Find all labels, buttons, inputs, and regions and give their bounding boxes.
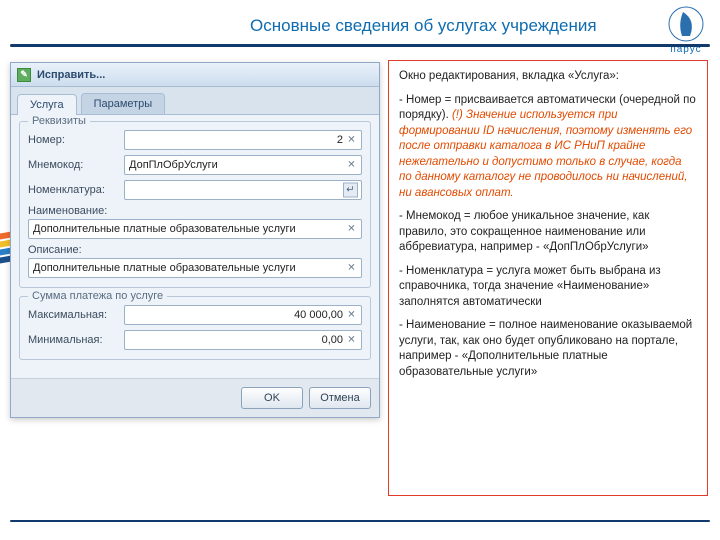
description-field[interactable]: Дополнительные платные образовательные у… [28,258,362,278]
divider-bottom [10,520,710,522]
lookup-icon[interactable]: ↵ [343,183,358,198]
group-payment: Сумма платежа по услуге [28,290,167,302]
help-item-mnemo: - Мнемокод = любое уникальное значение, … [399,209,697,256]
min-field[interactable]: 0,00 ✕ [124,330,362,350]
ok-button[interactable]: OK [241,387,303,409]
clear-icon[interactable]: ✕ [345,134,358,147]
slide-title: Основные сведения об услугах учреждения [250,16,597,36]
label-max: Максимальная: [28,309,124,321]
clear-icon[interactable]: ✕ [345,159,358,172]
edit-icon: ✎ [17,68,31,82]
nomenclature-field[interactable]: ↵ [124,180,362,200]
tab-service[interactable]: Услуга [17,94,77,115]
label-mnemo: Мнемокод: [28,159,124,171]
label-name: Наименование: [28,205,362,217]
help-item-nomenclature: - Номенклатура = услуга может быть выбра… [399,264,697,311]
divider-top [10,44,710,47]
clear-icon[interactable]: ✕ [345,262,358,275]
label-nomenclature: Номенклатура: [28,184,124,196]
name-field[interactable]: Дополнительные платные образовательные у… [28,219,362,239]
window-titlebar[interactable]: ✎ Исправить... [11,63,379,87]
help-heading: Окно редактирования, вкладка «Услуга»: [399,69,697,85]
tab-parameters[interactable]: Параметры [81,93,166,114]
help-item-name: - Наименование = полное наименование ока… [399,318,697,380]
help-item-number: - Номер = присваивается автоматически (о… [399,93,697,202]
clear-icon[interactable]: ✕ [345,309,358,322]
label-number: Номер: [28,134,124,146]
mnemo-field[interactable]: ДопПлОбрУслуги ✕ [124,155,362,175]
sail-icon [668,6,704,42]
window-title: Исправить... [37,69,105,81]
group-requisites: Реквизиты [28,115,90,127]
cancel-button[interactable]: Отмена [309,387,371,409]
clear-icon[interactable]: ✕ [345,223,358,236]
max-field[interactable]: 40 000,00 ✕ [124,305,362,325]
label-min: Минимальная: [28,334,124,346]
clear-icon[interactable]: ✕ [345,334,358,347]
help-panel: Окно редактирования, вкладка «Услуга»: -… [388,60,708,496]
label-description: Описание: [28,244,362,256]
edit-dialog: ✎ Исправить... Услуга Параметры Реквизит… [10,62,380,418]
number-field[interactable]: 2 ✕ [124,130,362,150]
brand-logo: парус [668,6,704,55]
